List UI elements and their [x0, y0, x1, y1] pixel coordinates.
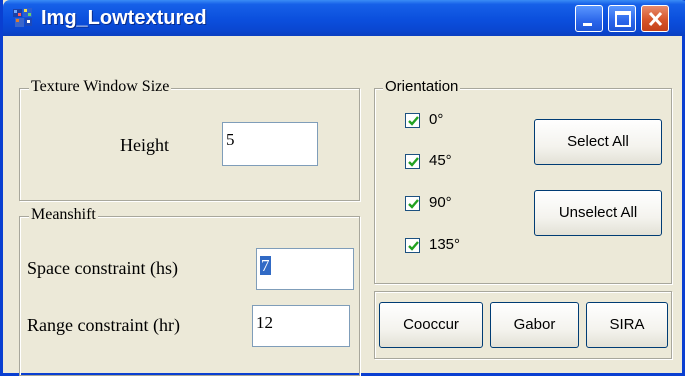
texture-window-legend: Texture Window Size [29, 78, 172, 96]
window-title: Img_Lowtextured [41, 7, 207, 29]
orientation-label-45: 45° [429, 152, 452, 169]
range-constraint-input[interactable]: 12 [252, 305, 350, 347]
close-button[interactable] [641, 5, 669, 32]
checkbox-0[interactable] [405, 113, 420, 128]
checkmark-icon [408, 241, 419, 251]
space-constraint-label: Space constraint (hs) [27, 258, 178, 278]
height-input[interactable]: 5 [222, 122, 318, 166]
maximize-icon [615, 11, 631, 27]
image-app-icon [13, 8, 33, 27]
orientation-label-0: 0° [429, 111, 444, 128]
minimize-button[interactable] [575, 5, 603, 32]
checkbox-45[interactable] [405, 154, 420, 169]
cooccur-button[interactable]: Cooccur [379, 302, 483, 348]
checkbox-90[interactable] [405, 196, 420, 211]
checkmark-icon [408, 157, 419, 167]
height-value: 5 [226, 130, 235, 149]
meanshift-group [19, 216, 360, 376]
checkbox-135[interactable] [405, 238, 420, 253]
select-all-button[interactable]: Select All [534, 119, 662, 165]
orientation-label-90: 90° [429, 194, 452, 211]
height-label: Height [120, 135, 169, 155]
space-constraint-input[interactable]: 7 [256, 248, 354, 290]
minimize-icon [583, 23, 592, 26]
range-constraint-label: Range constraint (hr) [27, 315, 180, 335]
space-constraint-value: 7 [260, 256, 271, 275]
checkmark-icon [408, 116, 419, 126]
sira-button[interactable]: SIRA [586, 302, 668, 348]
orientation-legend: Orientation [383, 78, 461, 96]
meanshift-legend: Meanshift [29, 206, 98, 224]
gabor-button[interactable]: Gabor [490, 302, 579, 348]
app-window: Img_Lowtextured Texture Window Size Heig… [0, 0, 685, 376]
range-constraint-value: 12 [256, 313, 273, 332]
close-icon [648, 11, 663, 27]
title-bar[interactable]: Img_Lowtextured [3, 0, 685, 36]
checkmark-icon [408, 199, 419, 209]
orientation-label-135: 135° [429, 236, 461, 253]
unselect-all-button[interactable]: Unselect All [534, 190, 662, 236]
maximize-button[interactable] [608, 5, 636, 32]
